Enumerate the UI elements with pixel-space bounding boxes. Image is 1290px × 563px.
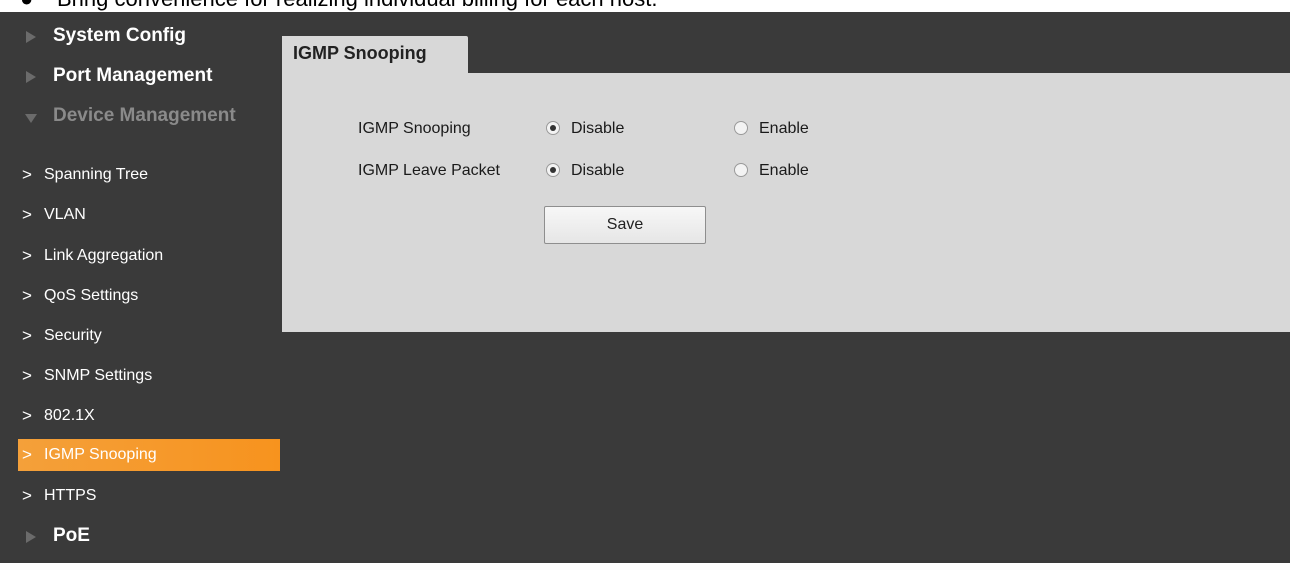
sidebar-item-802-1x[interactable]: > 802.1X: [18, 400, 280, 432]
nav-item-label: Port Management: [53, 65, 213, 86]
radio-checked-icon: [546, 163, 560, 177]
field-label: IGMP Snooping: [358, 120, 471, 137]
sidebar-item-igmp-snooping[interactable]: > IGMP Snooping: [18, 439, 280, 471]
sidebar-item-label: IGMP Snooping: [44, 446, 157, 463]
sidebar-item-vlan[interactable]: > VLAN: [18, 199, 280, 231]
sidebar-item-label: Link Aggregation: [44, 247, 164, 264]
radio-checked-icon: [546, 121, 560, 135]
sidebar-item-label: VLAN: [44, 206, 86, 223]
tab-igmp-snooping[interactable]: IGMP Snooping: [282, 36, 468, 73]
radio-label: Disable: [571, 120, 625, 137]
nav-item-label: PoE: [53, 525, 90, 546]
sidebar-item-label: SNMP Settings: [44, 367, 153, 384]
nav-item-device-management[interactable]: Device Management: [0, 98, 280, 138]
nav-item-label: Device Management: [53, 105, 236, 126]
sidebar: System Config Port Management Device Man…: [0, 12, 280, 563]
radio-unchecked-icon: [734, 121, 748, 135]
nav-item-poe[interactable]: PoE: [0, 518, 280, 558]
caret-down-icon: [25, 114, 37, 123]
sidebar-item-https[interactable]: > HTTPS: [18, 480, 280, 512]
caption-text: Bring convenience for realizing individu…: [57, 0, 657, 12]
sidebar-item-label: QoS Settings: [44, 287, 139, 304]
sidebar-item-label: 802.1X: [44, 407, 95, 424]
igmp-leave-packet-row: IGMP Leave Packet Disable Enable: [282, 157, 1290, 187]
tab-label: IGMP Snooping: [293, 43, 427, 63]
chevron-right-icon: >: [22, 406, 32, 425]
settings-panel: IGMP Snooping Disable Enable IGMP Leave …: [282, 73, 1290, 332]
field-label: IGMP Leave Packet: [358, 162, 500, 179]
caret-right-icon: [26, 71, 36, 83]
chevron-right-icon: >: [22, 445, 32, 464]
nav-item-label: System Config: [53, 25, 187, 46]
caret-right-icon: [26, 31, 36, 43]
radio-label: Enable: [759, 120, 809, 137]
save-button[interactable]: Save: [544, 206, 706, 244]
sidebar-item-snmp-settings[interactable]: > SNMP Settings: [18, 360, 280, 392]
chevron-right-icon: >: [22, 205, 32, 224]
sidebar-item-spanning-tree[interactable]: > Spanning Tree: [18, 159, 280, 191]
radio-label: Enable: [759, 162, 809, 179]
bullet-icon: ●: [20, 0, 33, 12]
igmp-snooping-row: IGMP Snooping Disable Enable: [282, 115, 1290, 145]
sidebar-item-link-aggregation[interactable]: > Link Aggregation: [18, 240, 280, 272]
chevron-right-icon: >: [22, 286, 32, 305]
sidebar-item-label: HTTPS: [44, 487, 97, 504]
radio-label: Disable: [571, 162, 625, 179]
nav-item-port-management[interactable]: Port Management: [0, 58, 280, 98]
sidebar-item-label: Security: [44, 327, 102, 344]
chevron-right-icon: >: [22, 366, 32, 385]
nav-item-system-config[interactable]: System Config: [0, 18, 280, 58]
chevron-right-icon: >: [22, 326, 32, 345]
chevron-right-icon: >: [22, 246, 32, 265]
chevron-right-icon: >: [22, 486, 32, 505]
document-caption: ● Bring convenience for realizing indivi…: [0, 0, 1290, 12]
sidebar-item-label: Spanning Tree: [44, 166, 149, 183]
chevron-right-icon: >: [22, 165, 32, 184]
sidebar-item-qos-settings[interactable]: > QoS Settings: [18, 280, 280, 312]
sidebar-item-security[interactable]: > Security: [18, 320, 280, 352]
caret-right-icon: [26, 531, 36, 543]
radio-unchecked-icon: [734, 163, 748, 177]
app-window: System Config Port Management Device Man…: [0, 12, 1290, 563]
